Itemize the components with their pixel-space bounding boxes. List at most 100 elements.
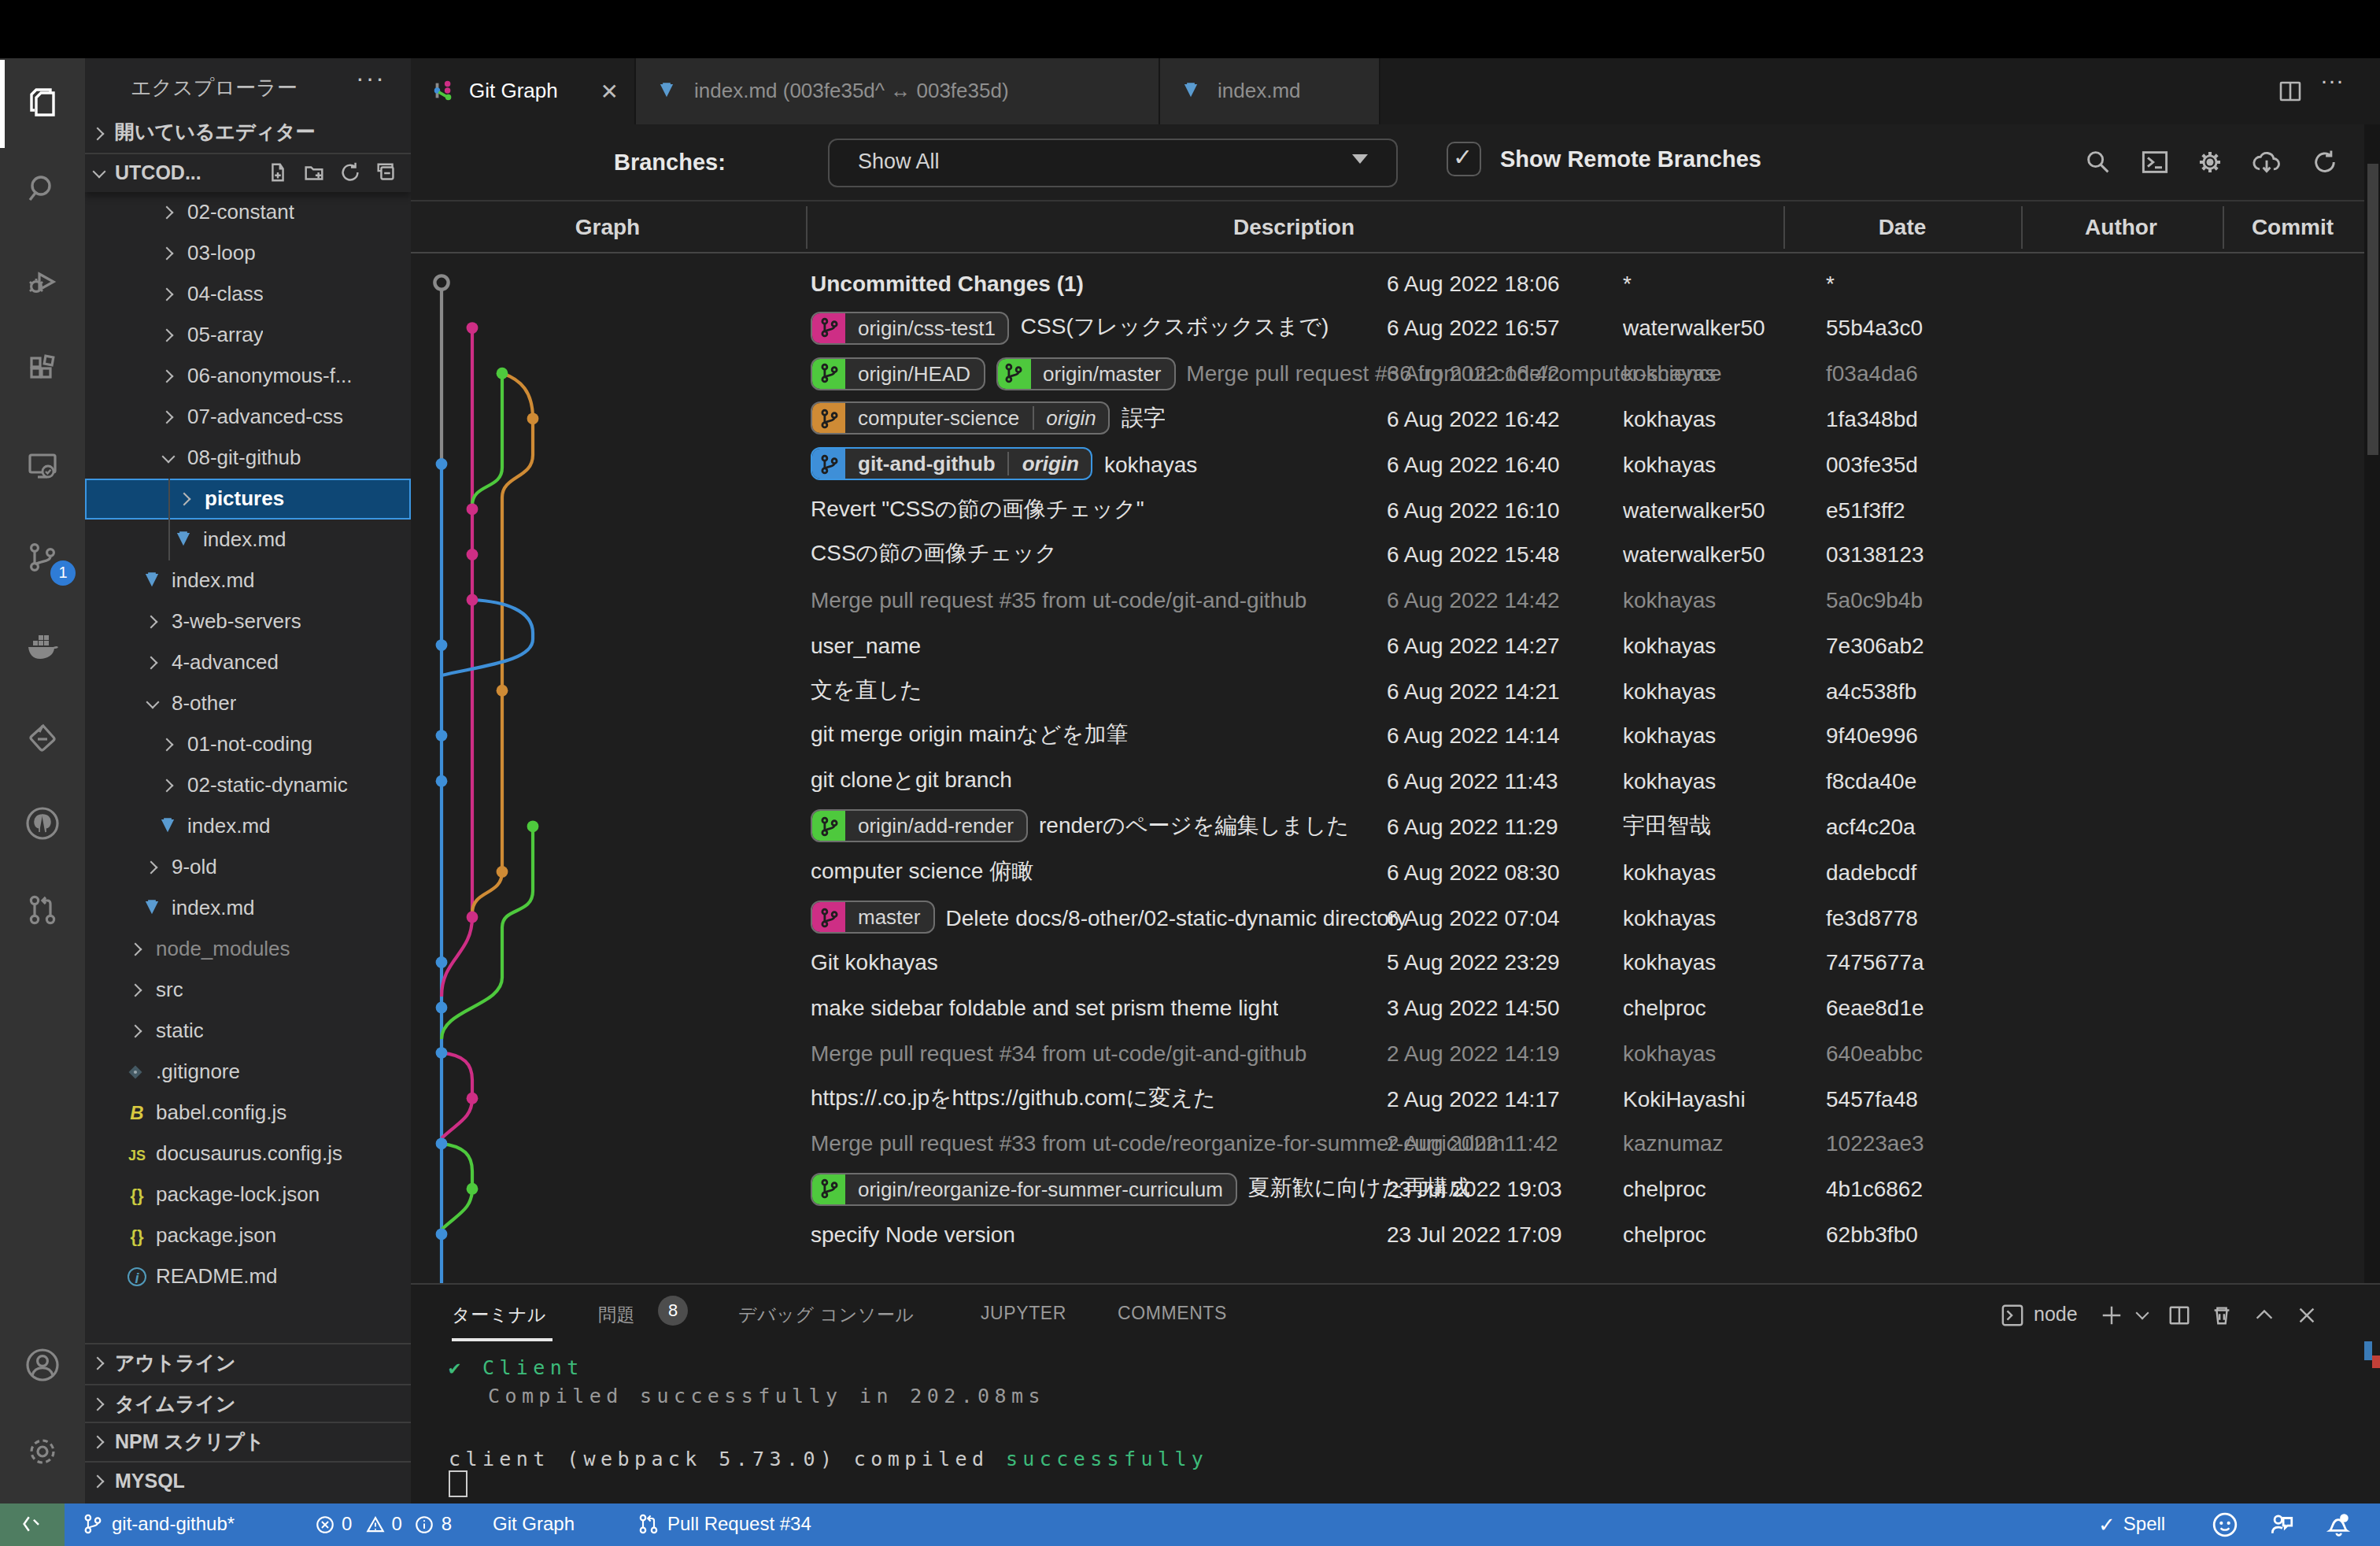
- tab-index-md-1[interactable]: index.md (003fe35d^ ↔ 003fe35d): [636, 57, 1159, 124]
- activity-settings-icon[interactable]: [0, 1426, 85, 1477]
- branch-chip[interactable]: origin/master: [996, 357, 1175, 390]
- info-count[interactable]: 8: [442, 1514, 452, 1536]
- branches-dropdown[interactable]: Show All: [828, 138, 1398, 187]
- activity-pull-request-icon[interactable]: [0, 884, 85, 934]
- commit-row[interactable]: computer-scienceorigin誤字6 Aug 2022 16:42…: [411, 396, 2364, 442]
- tree-item-02-static-dynamic[interactable]: 02-static-dynamic: [85, 764, 411, 805]
- new-folder-icon[interactable]: [302, 161, 326, 184]
- collapse-folders-icon[interactable]: [375, 161, 398, 184]
- activity-gitmoji-icon[interactable]: [0, 712, 85, 763]
- tab-index-md-2[interactable]: index.md: [1159, 57, 1380, 124]
- commit-row[interactable]: Git kokhayas5 Aug 2022 23:29kokhayas7475…: [411, 940, 2364, 986]
- tree-item-README-md[interactable]: iREADME.md: [85, 1256, 411, 1296]
- activity-source-control-icon[interactable]: 1: [0, 531, 85, 582]
- refresh-icon[interactable]: [2311, 147, 2339, 176]
- panel-tab-1[interactable]: 問題: [598, 1304, 635, 1327]
- error-count[interactable]: 0: [342, 1514, 352, 1536]
- activity-github-icon[interactable]: [0, 797, 85, 848]
- tree-item-06-anonymous-f-[interactable]: 06-anonymous-f...: [85, 355, 411, 396]
- commit-row[interactable]: Merge pull request #34 from ut-code/git-…: [411, 1030, 2364, 1076]
- show-remote-label[interactable]: Show Remote Branches: [1500, 146, 1761, 171]
- shell-label[interactable]: node: [2034, 1304, 2078, 1326]
- panel-tab-2[interactable]: デバッグ コンソール: [738, 1304, 915, 1327]
- activity-debug-icon[interactable]: [0, 257, 85, 307]
- activity-explorer-icon[interactable]: [0, 77, 85, 128]
- commit-row[interactable]: masterDelete docs/8-other/02-static-dyna…: [411, 894, 2364, 940]
- tree-item-index-md[interactable]: index.md: [85, 887, 411, 928]
- col-graph[interactable]: Graph: [411, 214, 804, 239]
- tree-item-8-other[interactable]: 8-other: [85, 682, 411, 723]
- search-icon[interactable]: [2084, 147, 2112, 176]
- commit-row[interactable]: origin/css-test1CSS(フレックスボックスまで)6 Aug 20…: [411, 305, 2364, 351]
- tree-item-index-md[interactable]: index.md: [85, 805, 411, 846]
- commit-row[interactable]: Merge pull request #33 from ut-code/reor…: [411, 1121, 2364, 1167]
- panel-tab-4[interactable]: COMMENTS: [1118, 1304, 1227, 1322]
- feedback-icon[interactable]: [2268, 1511, 2295, 1537]
- bell-icon[interactable]: [2325, 1511, 2352, 1537]
- commit-row[interactable]: Merge pull request #35 from ut-code/git-…: [411, 577, 2364, 623]
- tree-item-node-modules[interactable]: node_modules: [85, 928, 411, 969]
- commit-row[interactable]: https://.co.jpをhttps://github.comに変えた2 A…: [411, 1075, 2364, 1121]
- maximize-panel-icon[interactable]: [2252, 1303, 2276, 1326]
- terminal-dropdown-icon[interactable]: [2136, 1308, 2149, 1321]
- close-tab-icon[interactable]: ✕: [601, 78, 619, 103]
- col-author[interactable]: Author: [2021, 214, 2221, 239]
- tree-item-9-old[interactable]: 9-old: [85, 846, 411, 887]
- tree-item-4-advanced[interactable]: 4-advanced: [85, 642, 411, 682]
- new-terminal-icon[interactable]: [2100, 1303, 2123, 1326]
- commit-row[interactable]: specify Node version23 Jul 2022 17:09che…: [411, 1211, 2364, 1257]
- tree-item-index-md[interactable]: index.md: [85, 560, 411, 601]
- branch-chip[interactable]: origin/add-render: [811, 810, 1028, 843]
- col-date[interactable]: Date: [1783, 214, 2021, 239]
- tree-item-04-class[interactable]: 04-class: [85, 273, 411, 314]
- status-spell[interactable]: Spell: [2123, 1514, 2165, 1536]
- commit-row[interactable]: git merge origin mainなどを加筆6 Aug 2022 14:…: [411, 713, 2364, 759]
- status-pr[interactable]: Pull Request #34: [667, 1514, 811, 1536]
- gear-icon[interactable]: [2196, 147, 2224, 176]
- cloud-download-icon[interactable]: [2251, 147, 2282, 176]
- branch-chip[interactable]: origin/css-test1: [811, 312, 1010, 345]
- tree-item-07-advanced-css[interactable]: 07-advanced-css: [85, 396, 411, 437]
- tree-item-index-md[interactable]: index.md: [85, 519, 411, 560]
- commit-row[interactable]: 文を直した6 Aug 2022 14:21kokhayasa4c538fb: [411, 668, 2364, 713]
- kill-terminal-icon[interactable]: [2210, 1303, 2234, 1326]
- sidebar-section-3[interactable]: MYSQL: [85, 1463, 411, 1500]
- split-editor-icon[interactable]: [2278, 78, 2303, 103]
- commit-row[interactable]: origin/HEADorigin/masterMerge pull reque…: [411, 350, 2364, 396]
- folder-section-header[interactable]: UTCOD...: [85, 153, 411, 191]
- terminal-icon[interactable]: [2141, 147, 2169, 176]
- status-branch[interactable]: git-and-github*: [112, 1514, 235, 1536]
- tree-item-02-constant[interactable]: 02-constant: [85, 191, 411, 232]
- activity-docker-icon[interactable]: [0, 622, 85, 672]
- tree-item-docusaurus-config-js[interactable]: JSdocusaurus.config.js: [85, 1133, 411, 1174]
- branch-chip[interactable]: computer-scienceorigin: [811, 402, 1111, 435]
- tree-item-05-array[interactable]: 05-array: [85, 314, 411, 355]
- github-icon[interactable]: [2212, 1511, 2238, 1537]
- panel-tab-3[interactable]: JUPYTER: [981, 1304, 1066, 1322]
- tree-item-babel-config-js[interactable]: Bbabel.config.js: [85, 1092, 411, 1133]
- commit-row[interactable]: make sidebar foldable and set prism them…: [411, 985, 2364, 1030]
- close-panel-icon[interactable]: [2295, 1303, 2319, 1326]
- branch-chip[interactable]: origin/reorganize-for-summer-curriculum: [811, 1172, 1237, 1205]
- col-commit[interactable]: Commit: [2221, 214, 2364, 239]
- commit-row[interactable]: origin/add-renderrenderのページを編集しました6 Aug …: [411, 804, 2364, 849]
- branch-chip[interactable]: git-and-githuborigin: [811, 447, 1093, 480]
- activity-account-icon[interactable]: [0, 1340, 85, 1390]
- col-description[interactable]: Description: [806, 214, 1782, 239]
- sidebar-section-0[interactable]: アウトライン: [85, 1344, 411, 1382]
- commit-row[interactable]: Uncommitted Changes (1)6 Aug 2022 18:06*…: [411, 260, 2364, 305]
- editor-scrollbar[interactable]: [2364, 124, 2380, 1283]
- branch-chip[interactable]: origin/HEAD: [811, 357, 985, 390]
- tree-item--gitignore[interactable]: .gitignore: [85, 1051, 411, 1092]
- activity-remote-explorer-icon[interactable]: [0, 441, 85, 491]
- sidebar-section-2[interactable]: NPM スクリプト: [85, 1423, 411, 1461]
- tree-item-package-json[interactable]: {}package.json: [85, 1215, 411, 1256]
- commit-row[interactable]: CSSの節の画像チェック6 Aug 2022 15:48waterwalker5…: [411, 532, 2364, 578]
- show-remote-checkbox[interactable]: ✓: [1447, 141, 1481, 176]
- tree-item-src[interactable]: src: [85, 969, 411, 1010]
- warning-count[interactable]: 0: [391, 1514, 401, 1536]
- open-editors-section[interactable]: 開いているエディター: [85, 116, 411, 150]
- split-terminal-icon[interactable]: [2168, 1303, 2191, 1326]
- status-gitgraph[interactable]: Git Graph: [493, 1512, 575, 1534]
- refresh-explorer-icon[interactable]: [338, 161, 362, 184]
